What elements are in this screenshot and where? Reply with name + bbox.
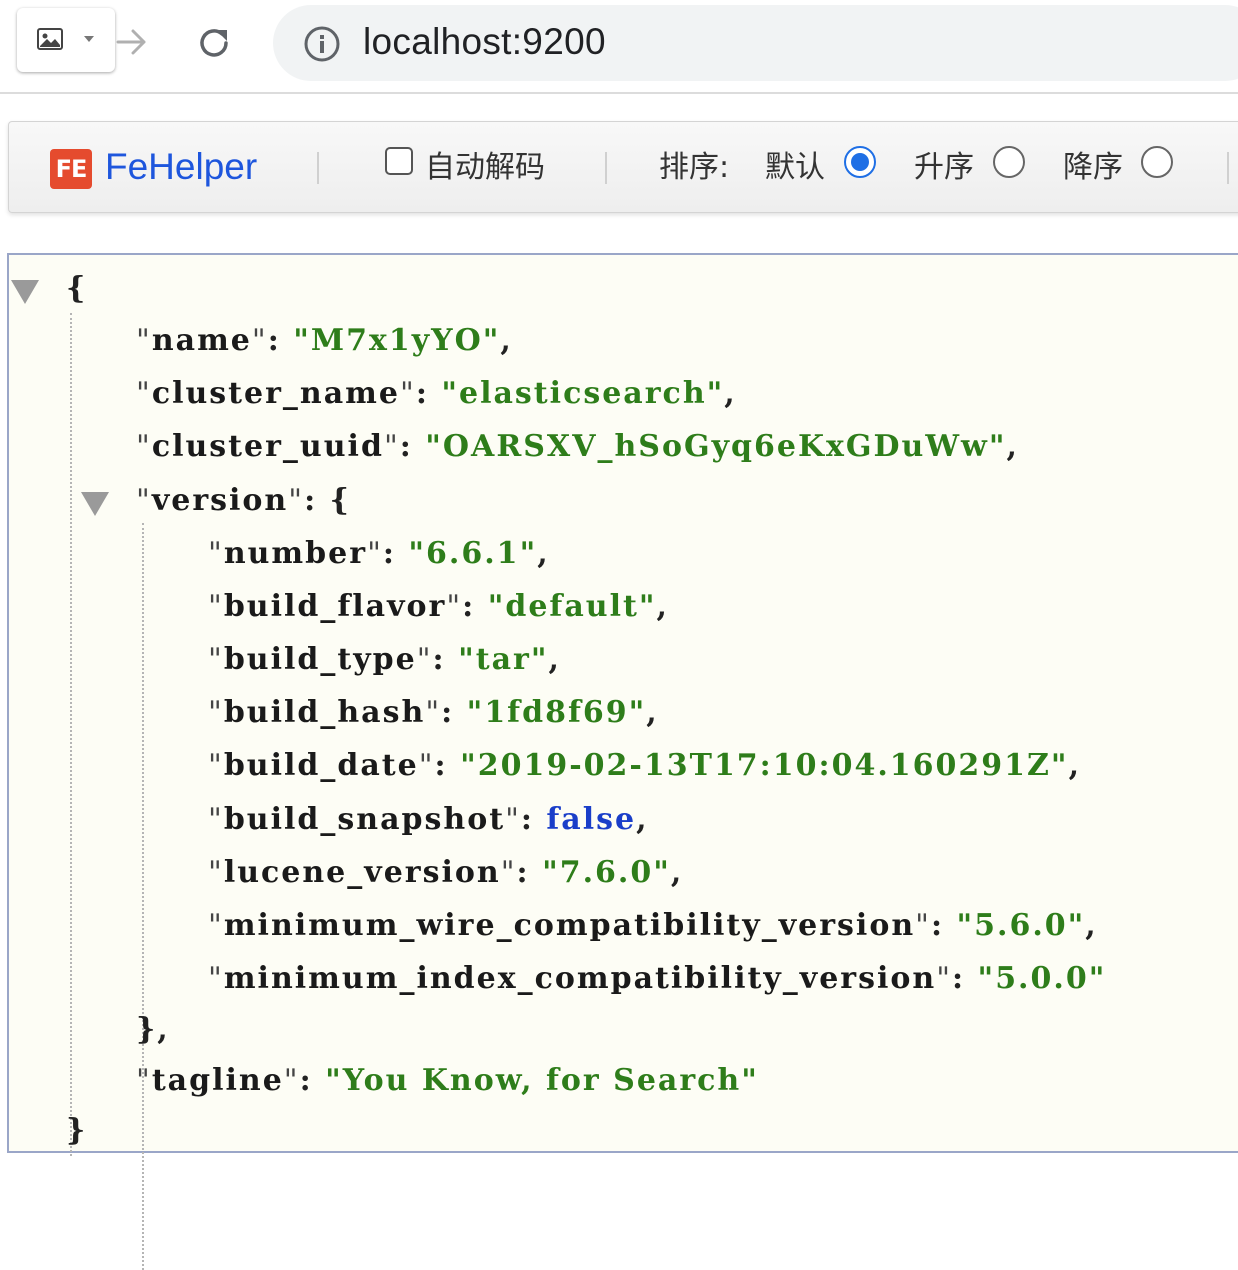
json-string-value: 5.0.0 <box>995 961 1089 996</box>
json-string-value: 2019-02-13T17:10:04.160291Z <box>477 748 1051 783</box>
json-root-close: } <box>66 1111 87 1151</box>
json-key: cluster_name <box>151 376 401 411</box>
json-viewer: { "name": "M7x1yYO", "cluster_name": "el… <box>7 253 1238 1270</box>
image-icon <box>37 28 63 50</box>
json-key: name <box>151 323 252 358</box>
root-indent-guide <box>70 313 72 1156</box>
json-key: minimum_wire_compatibility_version <box>223 908 916 943</box>
sort-desc-radio[interactable] <box>1141 146 1173 178</box>
json-row-build-flavor: "build_flavor": "default", <box>208 589 669 624</box>
json-row-build-snapshot: "build_snapshot": false, <box>208 802 649 837</box>
json-row-name: "name": "M7x1yYO", <box>136 323 513 358</box>
collapse-version-toggle-icon[interactable] <box>81 492 109 516</box>
json-key: number <box>223 536 368 571</box>
open-brace: { <box>329 483 351 518</box>
json-boolean-value: false <box>546 802 637 837</box>
auto-decode-checkbox[interactable] <box>385 147 413 175</box>
json-row-version: "version": { <box>136 483 351 518</box>
json-key: build_snapshot <box>223 802 506 837</box>
fehelper-name[interactable]: FeHelper <box>105 144 257 190</box>
json-row-number: "number": "6.6.1", <box>208 536 550 571</box>
sort-label: 排序: <box>659 150 730 185</box>
auto-decode-label[interactable]: 自动解码 <box>425 148 545 188</box>
sort-asc-radio[interactable] <box>993 146 1025 178</box>
json-string-value: 7.6.0 <box>559 855 654 890</box>
browser-toolbar: localhost:9200 <box>0 0 1238 94</box>
toolbar-divider <box>317 152 319 184</box>
info-icon[interactable] <box>303 25 341 63</box>
json-string-value: 6.6.1 <box>426 536 520 571</box>
back-history-button[interactable] <box>17 8 115 72</box>
address-bar[interactable]: localhost:9200 <box>273 5 1238 81</box>
reload-icon[interactable] <box>193 22 235 64</box>
open-brace: { <box>66 271 88 306</box>
json-row-build-date: "build_date": "2019-02-13T17:10:04.16029… <box>208 748 1082 783</box>
json-root-open: { <box>66 269 87 309</box>
toolbar-divider <box>1227 152 1229 184</box>
fehelper-logo-text: FE <box>55 155 88 183</box>
json-string-value: 5.6.0 <box>974 908 1068 943</box>
json-key: build_type <box>223 642 417 677</box>
json-string-value: M7x1yYO <box>310 323 483 358</box>
toolbar-divider <box>605 152 607 184</box>
json-string-value: 1fd8f69 <box>484 695 629 730</box>
json-string-value: tar <box>475 642 531 677</box>
json-key: lucene_version <box>223 855 501 890</box>
forward-arrow-icon[interactable] <box>114 24 150 60</box>
json-row-build-hash: "build_hash": "1fd8f69", <box>208 695 659 730</box>
fehelper-logo-icon: FE <box>50 149 92 189</box>
json-version-close: }, <box>136 1010 170 1050</box>
json-key: tagline <box>151 1063 284 1098</box>
json-row-lucene-version: "lucene_version": "7.6.0", <box>208 855 684 890</box>
sort-default-label[interactable]: 默认 <box>765 148 825 188</box>
json-key: build_hash <box>223 695 426 730</box>
fehelper-toolbar: FE FeHelper 自动解码 排序: 默认 升序 降序 <box>8 121 1238 213</box>
url-text[interactable]: localhost:9200 <box>363 19 606 65</box>
version-indent-guide <box>142 523 144 1270</box>
json-key: cluster_uuid <box>151 429 384 464</box>
collapse-root-toggle-icon[interactable] <box>11 280 39 304</box>
json-key: build_flavor <box>223 589 447 624</box>
sort-desc-label[interactable]: 降序 <box>1063 148 1123 188</box>
sort-asc-label[interactable]: 升序 <box>914 148 974 188</box>
json-row-cluster-name: "cluster_name": "elasticsearch", <box>136 376 737 411</box>
json-row-tagline: "tagline": "You Know, for Search" <box>136 1063 759 1098</box>
close-brace: }, <box>136 1012 170 1047</box>
close-brace: } <box>66 1113 88 1148</box>
json-string-value: elasticsearch <box>459 376 707 411</box>
chevron-down-icon <box>84 36 94 42</box>
json-row-cluster-uuid: "cluster_uuid": "OARSXV_hSoGyq6eKxGDuWw"… <box>136 429 1019 464</box>
json-string-value: default <box>505 589 639 624</box>
json-string-value: OARSXV_hSoGyq6eKxGDuWw <box>442 429 989 464</box>
json-key: minimum_index_compatibility_version <box>223 961 937 996</box>
json-row-min-wire-compat: "minimum_wire_compatibility_version": "5… <box>208 908 1098 943</box>
json-key: version <box>151 483 289 518</box>
json-row-min-index-compat: "minimum_index_compatibility_version": "… <box>208 961 1107 996</box>
json-key: build_date <box>223 748 419 783</box>
json-string-value: You Know, for Search <box>342 1063 742 1098</box>
sort-default-radio[interactable] <box>844 146 876 178</box>
json-row-build-type: "build_type": "tar", <box>208 642 561 677</box>
